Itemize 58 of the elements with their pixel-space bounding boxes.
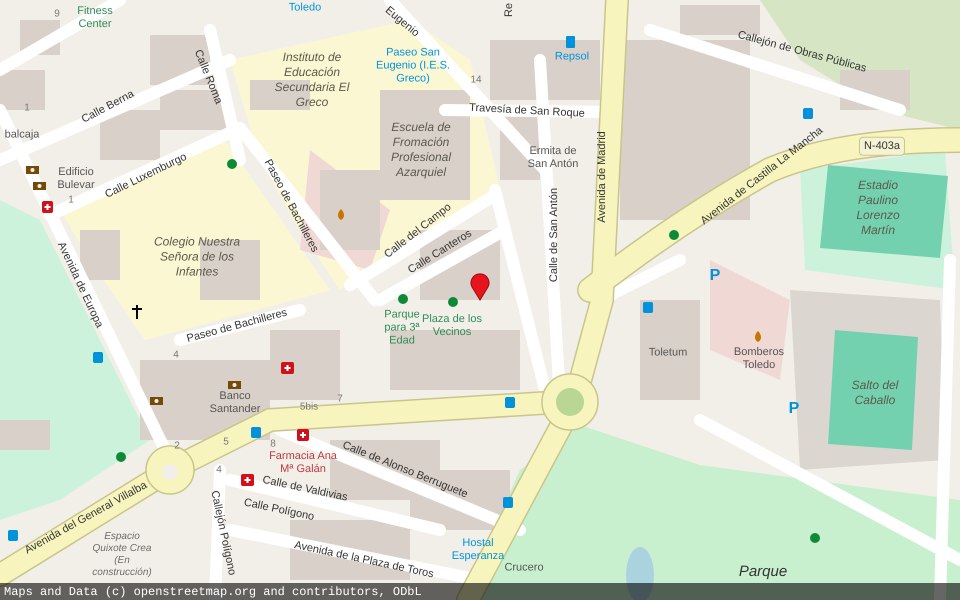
place-label: Salto del Caballo <box>850 378 900 408</box>
bank-icon <box>228 381 241 389</box>
poi-label: balcaja <box>4 128 40 142</box>
poi-label: Repsol <box>554 50 590 64</box>
house-number: 14 <box>470 74 482 88</box>
poi-label: Fitness Center <box>76 5 114 31</box>
place-label: Espacio Quixote Crea (En construcción) <box>91 531 153 579</box>
poi-label: Banco Santander <box>208 390 262 416</box>
house-number: 4 <box>173 348 179 362</box>
street-label: Calle de San Antón <box>546 188 561 282</box>
cross-icon <box>131 304 143 320</box>
pharmacy-icon <box>241 474 254 486</box>
place-label: Escuela de Fromación Profesional Azarquiel <box>390 120 452 180</box>
poi-label: Ermita de San Antón <box>526 145 580 171</box>
poi-label: Crucero <box>504 562 544 574</box>
street-label: Calle Roma <box>190 47 226 107</box>
street-label: Travesía de San Roque <box>468 100 586 122</box>
bank-icon <box>150 397 163 405</box>
street-label: Re <box>502 2 516 18</box>
place-label: Estadio Paulino Lorenzo Martín <box>855 178 901 238</box>
road-shield: N-403a <box>858 136 906 156</box>
pharmacy-icon <box>281 362 294 374</box>
place-label: Instituto de Educación Secundaria El Greco <box>274 50 351 110</box>
house-number: 5bis <box>300 400 318 414</box>
house-number: 1 <box>68 194 74 208</box>
poi-label: Farmacia Ana Mª Galán <box>268 450 338 476</box>
pharmacy-icon <box>297 429 309 441</box>
street-label: Callejón Polígono <box>207 489 240 577</box>
poi-label: Parque para 3ª Edad <box>383 308 421 348</box>
attribution-text: Maps and Data (c) openstreetmap.org and contributors, ODbL <box>3 584 422 600</box>
poi-label: Toledo <box>288 2 322 14</box>
bank-icon <box>26 166 39 174</box>
house-number: 4 <box>216 464 222 478</box>
poi-label: Plaza de los Vecinos <box>421 313 483 339</box>
poi-label: Paseo San Eugenio (I.E.S. Greco) <box>375 46 451 86</box>
fire-station-icon <box>338 209 344 220</box>
poi-label: Hostal Esperanza <box>450 537 505 563</box>
fire-station-icon <box>755 331 761 342</box>
street-label: Calle Berna <box>78 87 138 128</box>
house-number: 7 <box>337 392 343 406</box>
poi-label: Bomberos Toledo <box>732 346 786 372</box>
house-number: 1 <box>24 102 30 116</box>
house-number: 8 <box>270 438 276 451</box>
poi-label: Toletum <box>648 346 688 360</box>
park-label: Parque <box>738 562 788 582</box>
place-label: Colegio Nuestra Señora de los Infantes <box>152 234 242 280</box>
parking-sign: P <box>788 399 800 419</box>
map-pin-icon <box>470 273 490 300</box>
house-number: 9 <box>54 8 60 22</box>
street-label: Avenida de la Plaza de Toros <box>292 538 436 582</box>
street-label: Callejón de Obras Públicas <box>736 28 868 77</box>
house-number: 2 <box>174 440 180 454</box>
bank-icon <box>33 182 46 190</box>
pharmacy-icon <box>42 201 53 213</box>
parking-sign: P <box>710 266 720 286</box>
house-number: 5 <box>223 436 229 450</box>
poi-label: Edificio Bulevar <box>56 166 96 192</box>
street-label: Avenida de Madrid <box>594 131 609 223</box>
